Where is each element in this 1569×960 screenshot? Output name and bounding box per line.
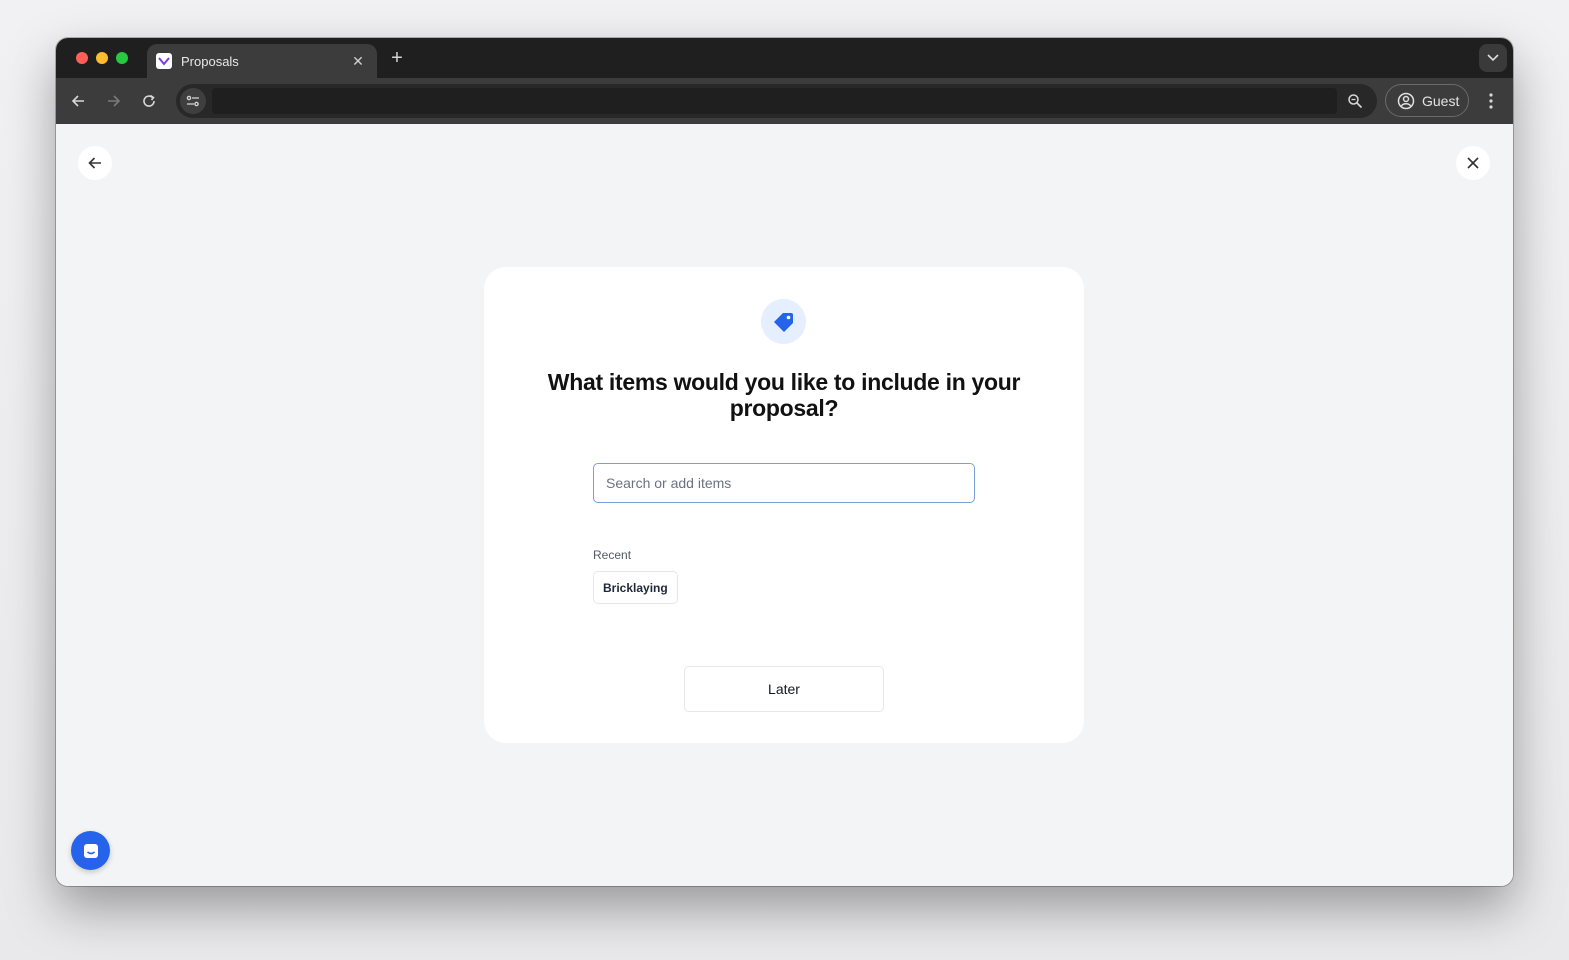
search-input[interactable] [593, 463, 975, 503]
chat-launcher-button[interactable] [71, 831, 110, 870]
profile-label: Guest [1422, 92, 1460, 109]
zoom-icon[interactable] [1345, 91, 1365, 111]
chat-icon [83, 843, 98, 858]
plus-icon[interactable]: + [387, 48, 407, 68]
tab-proposals[interactable]: Proposals ✕ [147, 44, 377, 78]
site-settings-icon[interactable] [180, 88, 206, 114]
recent-label: Recent [593, 548, 632, 562]
close-window-button[interactable] [76, 52, 88, 64]
back-arrow-icon[interactable] [66, 89, 90, 113]
tab-search-button[interactable] [1479, 44, 1507, 72]
more-options-icon[interactable] [1480, 89, 1502, 113]
maximize-window-button[interactable] [116, 52, 128, 64]
recent-item-chip[interactable]: Bricklaying [593, 571, 678, 604]
browser-toolbar: Guest [56, 78, 1513, 124]
reload-icon[interactable] [137, 89, 161, 113]
modal-title: What items would you like to include in … [547, 369, 1021, 421]
tab-title: Proposals [181, 53, 239, 69]
items-modal-card: What items would you like to include in … [484, 267, 1084, 743]
minimize-window-button[interactable] [96, 52, 108, 64]
chevron-down-icon [1487, 54, 1499, 62]
address-bar [176, 84, 1377, 118]
browser-window: Proposals ✕ + Guest What items would you… [56, 38, 1513, 886]
later-button[interactable]: Later [684, 666, 884, 712]
tab-close-icon[interactable]: ✕ [349, 53, 367, 70]
account-circle-icon [1397, 92, 1415, 109]
arrow-left-icon [88, 157, 101, 169]
tag-icon [761, 299, 806, 344]
close-button[interactable] [1456, 146, 1490, 180]
tab-strip: Proposals ✕ + [56, 38, 1513, 78]
close-icon [1467, 157, 1479, 169]
proposals-logo-icon [156, 53, 172, 69]
forward-arrow-icon[interactable] [102, 89, 126, 113]
profile-button[interactable]: Guest [1385, 84, 1469, 117]
url-input[interactable] [212, 88, 1337, 114]
page-content: What items would you like to include in … [56, 124, 1513, 886]
back-button[interactable] [78, 146, 112, 180]
